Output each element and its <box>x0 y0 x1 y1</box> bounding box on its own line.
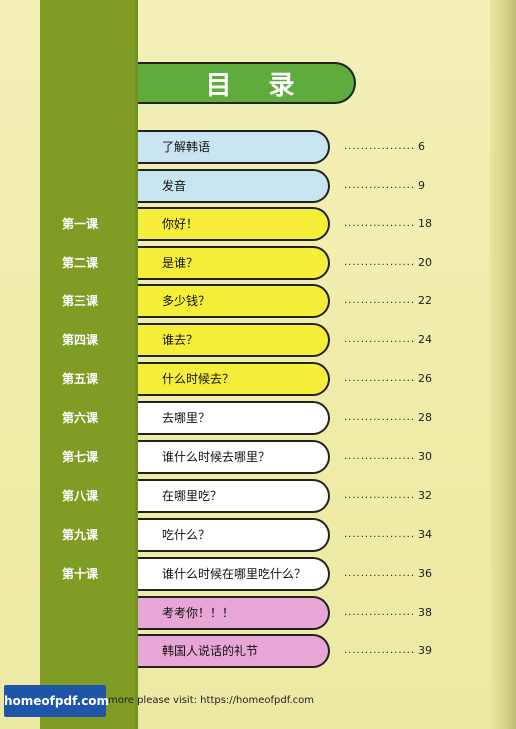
dot-leader: ...................... <box>344 218 416 229</box>
lesson-number <box>62 634 132 668</box>
toc-pill[interactable]: 韩国人说话的礼节 <box>138 634 330 668</box>
lesson-number: 第三课 <box>62 294 99 308</box>
toc-entry-title: 你好！ <box>162 217 199 231</box>
dot-leader: ...................... <box>344 451 416 462</box>
page-number: 20 <box>418 256 432 269</box>
page-title: 目 录 <box>205 70 309 101</box>
lesson-number <box>62 596 132 630</box>
toc-entry-title: 谁什么时候在哪里吃什么？ <box>162 567 307 581</box>
toc-pill[interactable]: 多少钱？ <box>138 284 330 318</box>
dot-leader: ...................... <box>344 334 416 345</box>
page-number: 6 <box>418 140 425 153</box>
dot-leader: ...................... <box>344 373 416 384</box>
dot-leader: ...................... <box>344 568 416 579</box>
toc-row-lesson-1[interactable]: 第一课 你好！ ...................... 18 <box>0 207 516 241</box>
toc-pill[interactable]: 什么时候去？ <box>138 362 330 396</box>
title-banner: 目 录 <box>138 62 356 104</box>
page-number: 39 <box>418 644 432 657</box>
page-number: 30 <box>418 450 432 463</box>
toc-pill[interactable]: 了解韩语 <box>138 130 330 164</box>
toc-entry-title: 什么时候去？ <box>162 372 235 386</box>
lesson-number: 第四课 <box>62 333 99 347</box>
dot-leader: ...................... <box>344 645 416 656</box>
toc-pill[interactable]: 是谁？ <box>138 246 330 280</box>
dot-leader: ...................... <box>344 295 416 306</box>
toc-pill[interactable]: 考考你！！！ <box>138 596 330 630</box>
toc-row-pronunciation[interactable]: 发音 ...................... 9 <box>0 169 516 203</box>
page-number: 26 <box>418 372 432 385</box>
toc-pill[interactable]: 吃什么？ <box>138 518 330 552</box>
toc-pill[interactable]: 去哪里？ <box>138 401 330 435</box>
footer-link-text[interactable]: more please visit: https://homeofpdf.com <box>108 692 314 710</box>
toc-row-lesson-9[interactable]: 第九课 吃什么？ ...................... 34 <box>0 518 516 552</box>
toc-entry-title: 谁什么时候去哪里？ <box>162 450 271 464</box>
page-number: 36 <box>418 567 432 580</box>
page-number: 28 <box>418 411 432 424</box>
dot-leader: ...................... <box>344 607 416 618</box>
toc-entry-title: 谁去？ <box>162 333 199 347</box>
dot-leader: ...................... <box>344 412 416 423</box>
page-number: 9 <box>418 179 425 192</box>
toc-entry-title: 多少钱？ <box>162 294 211 308</box>
toc-entry-title: 是谁？ <box>162 256 199 270</box>
toc-row-quiz[interactable]: 考考你！！！ ...................... 38 <box>0 596 516 630</box>
lesson-number: 第十课 <box>62 567 99 581</box>
lesson-number: 第一课 <box>62 217 99 231</box>
page-number: 34 <box>418 528 432 541</box>
toc-row-lesson-10[interactable]: 第十课 谁什么时候在哪里吃什么？ ...................... … <box>0 557 516 591</box>
site-logo[interactable]: homeofpdf.com <box>4 685 110 717</box>
toc-entry-title: 吃什么？ <box>162 528 211 542</box>
dot-leader: ...................... <box>344 180 416 191</box>
toc-entry-title: 去哪里？ <box>162 411 211 425</box>
lesson-number: 第二课 <box>62 256 99 270</box>
toc-row-lesson-7[interactable]: 第七课 谁什么时候去哪里？ ...................... 30 <box>0 440 516 474</box>
toc-pill[interactable]: 你好！ <box>138 207 330 241</box>
toc-pill[interactable]: 谁去？ <box>138 323 330 357</box>
toc-pill[interactable]: 谁什么时候去哪里？ <box>138 440 330 474</box>
page-number: 24 <box>418 333 432 346</box>
lesson-number: 第七课 <box>62 450 99 464</box>
toc-row-lesson-3[interactable]: 第三课 多少钱？ ...................... 22 <box>0 284 516 318</box>
toc-pill[interactable]: 发音 <box>138 169 330 203</box>
lesson-number: 第五课 <box>62 372 99 386</box>
toc-row-lesson-6[interactable]: 第六课 去哪里？ ...................... 28 <box>0 401 516 435</box>
toc-entry-title: 考考你！！！ <box>162 606 235 620</box>
lesson-number: 第六课 <box>62 411 99 425</box>
toc-row-lesson-2[interactable]: 第二课 是谁？ ...................... 20 <box>0 246 516 280</box>
toc-row-lesson-5[interactable]: 第五课 什么时候去？ ...................... 26 <box>0 362 516 396</box>
page-number: 18 <box>418 217 432 230</box>
toc-row-lesson-8[interactable]: 第八课 在哪里吃？ ...................... 32 <box>0 479 516 513</box>
dot-leader: ...................... <box>344 141 416 152</box>
footer: homeofpdf.com more please visit: https:/… <box>0 679 516 719</box>
toc-pill[interactable]: 在哪里吃？ <box>138 479 330 513</box>
toc-pill[interactable]: 谁什么时候在哪里吃什么？ <box>138 557 330 591</box>
dot-leader: ...................... <box>344 529 416 540</box>
dot-leader: ...................... <box>344 490 416 501</box>
toc-row-lesson-4[interactable]: 第四课 谁去？ ...................... 24 <box>0 323 516 357</box>
lesson-number: 第九课 <box>62 528 99 542</box>
toc-entry-title: 了解韩语 <box>162 140 211 154</box>
toc-entry-title: 韩国人说话的礼节 <box>162 644 259 658</box>
dot-leader: ...................... <box>344 257 416 268</box>
page-number: 32 <box>418 489 432 502</box>
toc-entry-title: 在哪里吃？ <box>162 489 223 503</box>
lesson-number: 第八课 <box>62 489 99 503</box>
logo-text: homeofpdf.com <box>4 694 110 708</box>
toc-entry-title: 发音 <box>162 179 187 193</box>
page-number: 22 <box>418 294 432 307</box>
page-number: 38 <box>418 606 432 619</box>
toc-row-etiquette[interactable]: 韩国人说话的礼节 ...................... 39 <box>0 634 516 668</box>
lesson-number <box>62 130 132 164</box>
toc-row-intro-korean[interactable]: 了解韩语 ...................... 6 <box>0 130 516 164</box>
lesson-number <box>62 169 132 203</box>
